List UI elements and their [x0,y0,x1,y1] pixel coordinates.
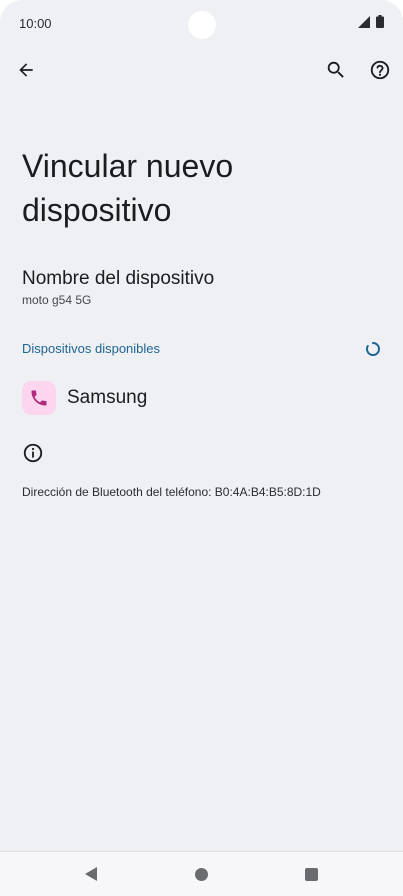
loading-spinner-icon [366,342,380,356]
help-icon [370,60,390,80]
status-bar: 10:00 [0,0,403,44]
battery-icon [376,15,384,28]
status-time: 10:00 [19,16,52,31]
search-icon [327,61,344,78]
bluetooth-address: Dirección de Bluetooth del teléfono: B0:… [22,485,321,499]
back-button[interactable] [12,56,40,84]
device-name-label[interactable]: Nombre del dispositivo [22,268,214,290]
phone-icon [22,381,56,415]
page-title: Vincular nuevo dispositivo [22,148,234,228]
navigation-bar [0,851,403,896]
arrow-back-icon [19,63,33,77]
available-devices-header: Dispositivos disponibles [22,341,161,356]
search-button[interactable] [322,56,350,84]
device-item-samsung[interactable]: Samsung [0,376,403,420]
device-name-value: moto g54 5G [22,293,92,307]
screen: 10:00 Vincular nuevo dispositivo Nombre … [0,0,403,896]
device-label: Samsung [67,387,148,408]
info-icon [23,443,43,463]
nav-home-icon[interactable] [195,868,208,881]
camera-cutout [188,11,216,39]
signal-icon [358,16,370,28]
nav-back-icon[interactable] [84,866,98,882]
nav-recents-icon[interactable] [305,868,318,881]
app-bar [0,52,403,88]
help-button[interactable] [366,56,394,84]
